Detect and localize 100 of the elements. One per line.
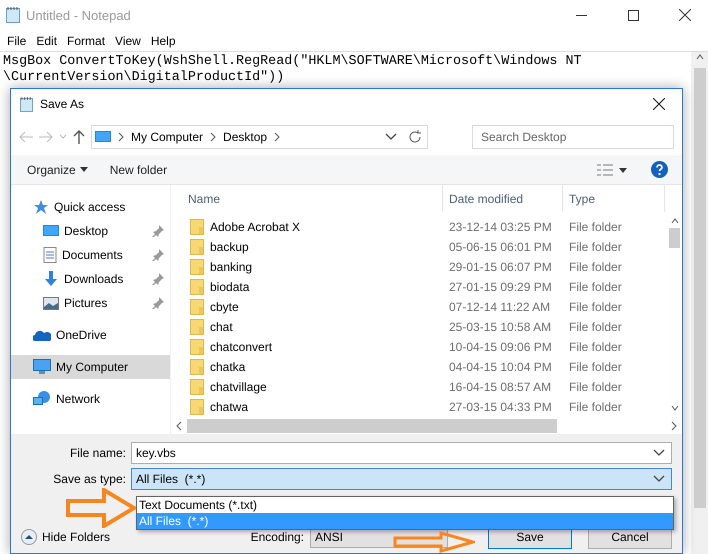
breadcrumb[interactable]: My Computer — [131, 130, 204, 144]
save-type-dropdown[interactable]: All Files (*.*) — [131, 468, 672, 490]
download-icon — [43, 271, 59, 287]
nav-item[interactable]: My Computer — [11, 355, 170, 379]
address-bar[interactable]: My Computer Desktop — [91, 125, 428, 149]
field-label: Save as type: — [52, 472, 127, 486]
hide-folders-button[interactable]: Hide Folders — [21, 529, 110, 545]
refresh-icon[interactable] — [408, 130, 422, 144]
computer-icon — [33, 359, 51, 375]
scroll-up-icon — [696, 52, 704, 62]
file-type: File folder — [568, 320, 623, 334]
organize-button[interactable]: Organize — [21, 160, 94, 178]
chevron-down-icon[interactable] — [653, 475, 665, 483]
date-modified: 27-01-15 09:29 PM — [448, 280, 553, 294]
desktop-icon — [95, 130, 111, 144]
menu-item[interactable]: Help — [146, 34, 181, 48]
back-icon[interactable] — [19, 131, 33, 143]
pin-icon[interactable] — [152, 249, 164, 261]
up-icon[interactable] — [73, 130, 85, 144]
menu-item[interactable]: File — [2, 34, 32, 48]
file-type: File folder — [568, 360, 623, 374]
file-row[interactable]: chat 25-03-15 10:58 AM File folder — [171, 317, 667, 337]
file-name: biodata — [210, 280, 250, 294]
folder-icon — [190, 399, 204, 415]
star-icon — [33, 199, 49, 215]
file-row[interactable]: biodata 27-01-15 09:29 PM File folder — [171, 277, 667, 297]
chevron-down-icon[interactable] — [385, 133, 397, 141]
file-name-field[interactable]: key.vbs — [131, 442, 672, 464]
column-header[interactable]: Type — [563, 185, 665, 212]
desktop-icon — [43, 224, 59, 238]
chevron-down-icon[interactable] — [653, 449, 665, 457]
file-row[interactable]: cbyte 07-12-14 11:22 AM File folder — [171, 297, 667, 317]
nav-item[interactable]: OneDrive — [11, 323, 170, 347]
nav-item[interactable]: Quick access — [11, 195, 170, 219]
date-modified: 29-01-15 06:07 PM — [448, 260, 553, 274]
document-icon — [43, 247, 57, 263]
file-name: banking — [210, 260, 252, 274]
nav-item[interactable]: Documents — [11, 243, 170, 267]
forward-icon[interactable] — [39, 131, 53, 143]
file-row[interactable]: chatconvert 10-04-15 09:06 PM File folder — [171, 337, 667, 357]
menu-item[interactable]: Edit — [31, 34, 62, 48]
network-icon — [33, 391, 51, 407]
folder-icon — [190, 219, 204, 235]
breadcrumb[interactable]: Desktop — [223, 130, 268, 144]
file-name: chat — [210, 320, 233, 334]
file-row[interactable]: banking 29-01-15 06:07 PM File folder — [171, 257, 667, 277]
view-options-icon[interactable] — [597, 164, 627, 176]
scrollbar-thumb[interactable] — [669, 228, 680, 248]
scroll-down-icon — [670, 403, 678, 413]
field-label: File name: — [68, 446, 127, 460]
date-modified: 27-03-15 04:33 PM — [448, 400, 553, 414]
text-line: \CurrentVersion\DigitalProductId")) — [3, 70, 286, 86]
column-header[interactable]: Name — [171, 185, 443, 212]
pin-icon[interactable] — [152, 225, 164, 237]
pictures-icon — [43, 296, 59, 310]
collapse-icon — [21, 529, 37, 545]
cloud-icon — [33, 330, 51, 340]
window-title: Untitled - Notepad — [26, 8, 132, 22]
file-name: chatvillage — [210, 380, 267, 394]
file-name: backup — [210, 240, 249, 254]
scroll-up-icon — [670, 216, 678, 226]
column-header[interactable]: Date modified — [443, 185, 563, 212]
date-modified: 05-06-15 06:01 PM — [448, 240, 553, 254]
folder-icon — [190, 339, 204, 355]
minimize-icon — [576, 14, 586, 16]
file-type: File folder — [568, 260, 623, 274]
nav-item[interactable]: Desktop — [11, 219, 170, 243]
nav-item[interactable]: Pictures — [11, 291, 170, 315]
caret-icon — [80, 167, 88, 172]
date-modified: 07-12-14 11:22 AM — [448, 300, 552, 314]
file-row[interactable]: chatwa 27-03-15 04:33 PM File folder — [171, 397, 667, 417]
file-type: File folder — [568, 220, 623, 234]
dropdown-option[interactable]: Text Documents (*.txt) — [137, 497, 673, 513]
dialog-title: Save As — [40, 97, 86, 111]
nav-item[interactable]: Downloads — [11, 267, 170, 291]
menu-item[interactable]: View — [110, 34, 146, 48]
file-type: File folder — [568, 340, 623, 354]
help-icon[interactable] — [651, 161, 668, 178]
scroll-right-icon — [670, 420, 678, 430]
file-type: File folder — [568, 380, 623, 394]
file-type: File folder — [568, 300, 623, 314]
nav-item[interactable]: Network — [11, 387, 170, 411]
file-row[interactable]: backup 05-06-15 06:01 PM File folder — [171, 237, 667, 257]
file-type: File folder — [568, 280, 623, 294]
encoding-label: Encoding: — [250, 530, 304, 544]
maximize-icon — [628, 10, 638, 20]
file-name: chatka — [210, 360, 246, 374]
new-folder-button[interactable]: New folder — [104, 160, 174, 178]
pin-icon[interactable] — [152, 297, 164, 309]
date-modified: 25-03-15 10:58 AM — [448, 320, 552, 334]
file-row[interactable]: Adobe Acrobat X 23-12-14 03:25 PM File folder — [171, 217, 667, 237]
file-row[interactable]: chatvillage 16-04-15 08:57 AM File folder — [171, 377, 667, 397]
notepad-icon — [20, 96, 33, 112]
pin-icon[interactable] — [152, 273, 164, 285]
file-row[interactable]: chatka 04-04-15 10:04 PM File folder — [171, 357, 667, 377]
date-modified: 23-12-14 03:25 PM — [448, 220, 553, 234]
search-field[interactable]: Search Desktop — [472, 125, 674, 149]
menu-item[interactable]: Format — [62, 34, 110, 48]
notepad-icon — [6, 7, 20, 23]
file-name: Adobe Acrobat X — [210, 220, 300, 234]
